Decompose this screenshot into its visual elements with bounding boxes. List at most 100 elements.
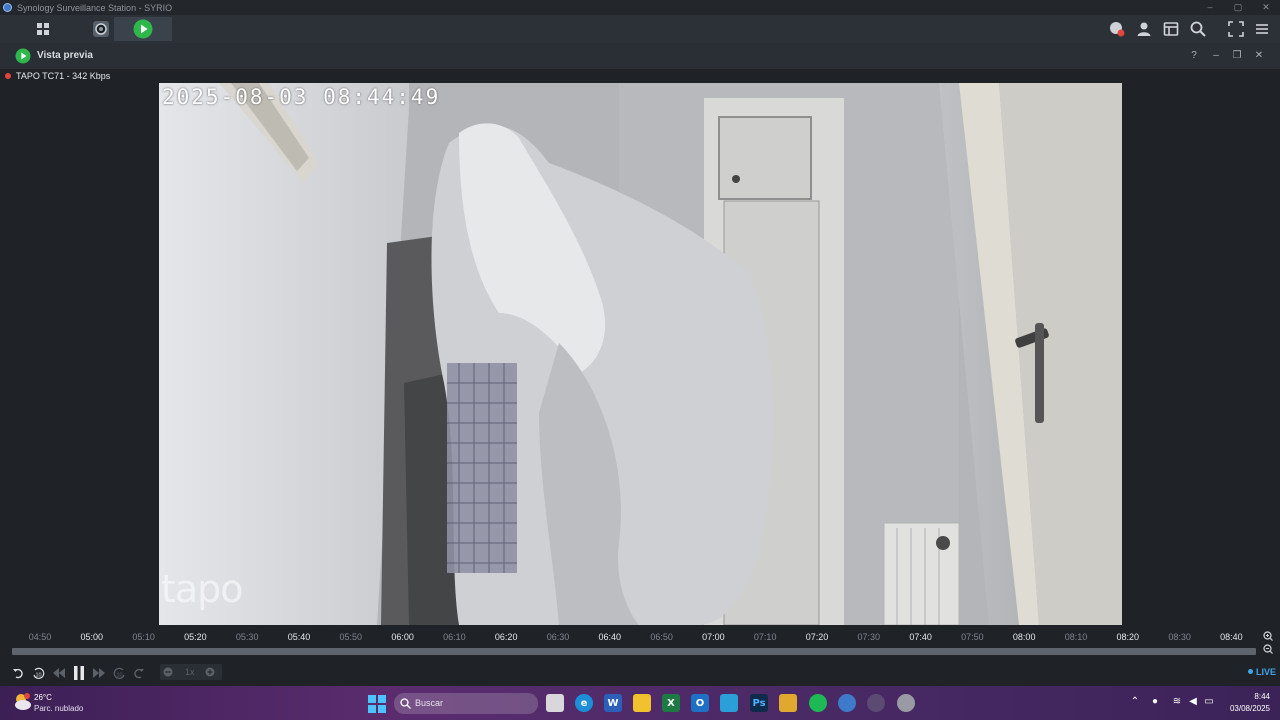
timeline-tick-label: 07:50 <box>961 632 984 642</box>
task-view-icon[interactable] <box>546 694 564 712</box>
window-title: Synology Surveillance Station - SYRIO <box>17 2 173 13</box>
window-close-button[interactable]: ✕ <box>1252 0 1280 15</box>
live-button[interactable]: LIVE <box>1247 667 1276 677</box>
weather-temp[interactable]: 26°C <box>34 693 52 702</box>
live-view-button[interactable] <box>114 17 172 41</box>
previous-button[interactable] <box>51 665 67 681</box>
layout-icon <box>1163 22 1178 36</box>
window-titlebar: Synology Surveillance Station - SYRIO – … <box>0 0 1280 15</box>
replay-10-icon: 10 <box>32 667 44 679</box>
svg-text:10: 10 <box>35 672 41 678</box>
chrome-icon[interactable] <box>867 694 885 712</box>
search-placeholder: Buscar <box>415 698 444 708</box>
timeline-tick-label: 07:10 <box>753 632 777 642</box>
timeline-tick-label: 07:00 <box>702 632 725 642</box>
play-circle-icon <box>133 19 153 39</box>
timeline-tick-label: 05:30 <box>235 632 259 642</box>
camera-video-feed[interactable]: 2025-08-03 08:44:49 tapo <box>159 83 1122 625</box>
camera-scene-image <box>159 83 1122 625</box>
tapo-watermark-logo: tapo <box>161 567 244 611</box>
camera-label: TAPO TC71 - 342 Kbps <box>5 71 110 81</box>
app-store-icon[interactable] <box>720 694 738 712</box>
help-button[interactable]: ? <box>1187 49 1201 63</box>
fullscreen-icon <box>1227 21 1244 37</box>
timeline-tick-label: 06:10 <box>443 632 466 642</box>
timeline-tick-label: 07:20 <box>805 632 829 642</box>
clock-date[interactable]: 03/08/2025 <box>1222 704 1270 713</box>
windows-start-icon[interactable] <box>368 695 386 713</box>
edge-browser-icon[interactable]: e <box>575 694 593 712</box>
window-minimize-button[interactable]: – <box>1196 0 1224 15</box>
wifi-icon[interactable]: ≋ <box>1170 696 1184 710</box>
user-icon <box>1137 22 1150 36</box>
timeline-tick-label: 06:00 <box>391 632 414 642</box>
battery-icon[interactable]: ▭ <box>1202 696 1216 710</box>
clock-time[interactable]: 8:44 <box>1226 692 1270 701</box>
spotify-icon[interactable] <box>809 694 827 712</box>
preview-close-button[interactable]: ✕ <box>1252 49 1266 63</box>
next-button[interactable] <box>91 665 107 681</box>
timeline-tick-label: 06:30 <box>546 632 570 642</box>
camera-timestamp-overlay: 2025-08-03 08:44:49 <box>162 85 441 109</box>
layout-button[interactable] <box>1157 15 1184 43</box>
fast-forward-icon <box>93 668 105 678</box>
svg-text:10: 10 <box>116 672 122 678</box>
fullscreen-button[interactable] <box>1222 15 1249 43</box>
grid-icon <box>37 23 49 35</box>
forward-button[interactable] <box>131 665 147 681</box>
timeline-tick-label: 08:40 <box>1220 632 1243 642</box>
notifications-button[interactable] <box>1103 15 1130 43</box>
surveillance-station-icon[interactable] <box>838 694 856 712</box>
timeline-tick-label: 05:50 <box>339 632 363 642</box>
play-circle-icon <box>15 48 31 64</box>
preview-restore-button[interactable]: ❐ <box>1230 49 1244 63</box>
timeline-tick-label: 06:40 <box>598 632 622 642</box>
timeline-tick-label: 06:20 <box>494 632 518 642</box>
live-label: LIVE <box>1255 667 1276 677</box>
menu-button[interactable] <box>1248 15 1275 43</box>
word-icon[interactable]: W <box>604 694 622 712</box>
menu-icon <box>1255 24 1268 34</box>
camera-icon <box>93 21 109 37</box>
search-icon <box>400 698 411 709</box>
speed-increase-icon[interactable] <box>205 667 215 677</box>
archive-app-icon[interactable] <box>779 694 797 712</box>
main-menu-button[interactable] <box>14 17 72 41</box>
timeline-track[interactable] <box>12 648 1256 655</box>
file-explorer-icon[interactable] <box>633 694 651 712</box>
zoom-in-icon[interactable] <box>1263 631 1273 641</box>
window-maximize-button[interactable]: ▢ <box>1224 0 1252 15</box>
skip-back-10-button[interactable]: 10 <box>30 665 46 681</box>
skip-forward-10-button[interactable]: 10 <box>111 665 127 681</box>
speed-decrease-icon[interactable] <box>163 667 173 677</box>
chevron-up-icon[interactable]: ⌃ <box>1128 696 1142 710</box>
zoom-out-icon[interactable] <box>1263 644 1273 654</box>
settings-icon[interactable] <box>897 694 915 712</box>
speed-control: 1x <box>160 664 222 680</box>
taskbar-search-input[interactable]: Buscar <box>394 693 538 714</box>
preview-minimize-button[interactable]: – <box>1209 49 1223 63</box>
volume-icon[interactable]: ◀ <box>1186 696 1200 710</box>
rewind-button[interactable] <box>10 665 26 681</box>
weather-cloud-icon[interactable] <box>12 692 32 712</box>
weather-desc[interactable]: Parc. nublado <box>34 704 83 713</box>
excel-icon[interactable]: X <box>662 694 680 712</box>
live-dot-icon <box>1247 669 1253 674</box>
user-button[interactable] <box>1130 15 1157 43</box>
timeline-tick-label: 08:30 <box>1168 632 1191 642</box>
timeline-tick-label: 07:30 <box>857 632 881 642</box>
timeline[interactable]: 04:50 05:00 05:10 05:20 05:30 05:40 05:50 06:00… <box>0 626 1280 660</box>
microphone-icon[interactable]: ● <box>1148 696 1162 710</box>
outlook-icon[interactable]: O <box>691 694 709 712</box>
timeline-tick-label: 08:10 <box>1064 632 1088 642</box>
photoshop-icon[interactable]: Ps <box>750 694 768 712</box>
redo-arrow-icon <box>134 668 144 679</box>
undo-arrow-icon <box>13 668 23 679</box>
search-icon <box>1190 21 1206 37</box>
search-button[interactable] <box>1184 15 1211 43</box>
timeline-tick-label: 05:10 <box>132 632 155 642</box>
timeline-tick-label: 05:00 <box>80 632 104 642</box>
timeline-tick-label: 05:20 <box>184 632 207 642</box>
notifications-icon <box>1109 22 1124 37</box>
pause-button[interactable] <box>71 665 87 681</box>
